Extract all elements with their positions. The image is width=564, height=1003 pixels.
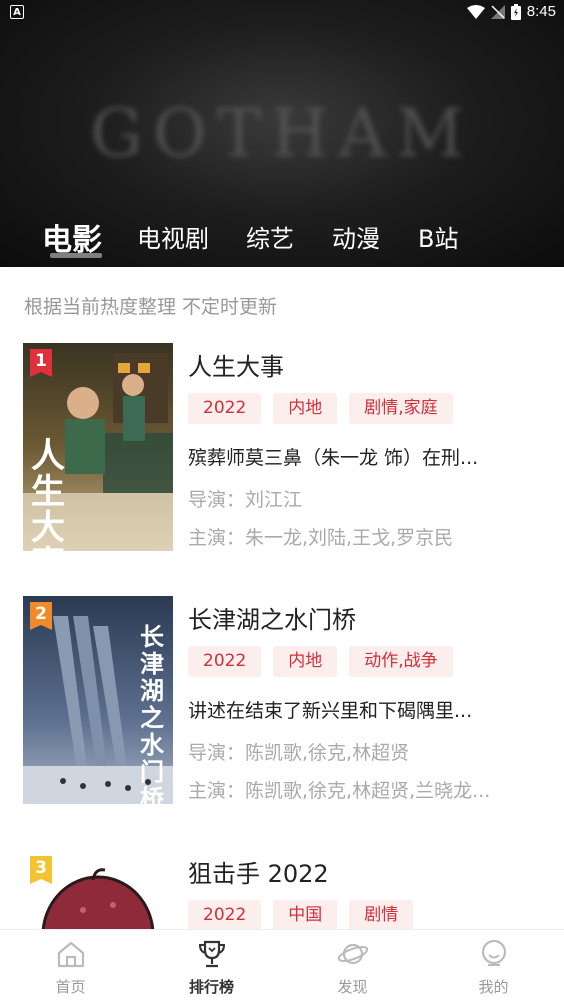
trophy-icon	[198, 940, 225, 968]
movie-cast: 主演：陈凯歌,徐克,林超贤,兰晓龙...	[188, 780, 491, 802]
tag-year: 2022	[188, 646, 262, 677]
tab-anime[interactable]: 动漫	[332, 219, 380, 254]
nav-discover-label: 发现	[337, 978, 368, 996]
category-tabs: 电影 电视剧 综艺 动漫 B站	[0, 213, 564, 261]
list-item[interactable]: 3 狙击手 2022 2022 中国 剧情	[0, 850, 564, 929]
tag-list: 2022 内地 动作,战争	[188, 646, 453, 677]
tag-genre: 动作,战争	[349, 646, 453, 677]
tag-year: 2022	[188, 393, 262, 424]
tag-region: 内地	[273, 393, 338, 424]
poster-image[interactable]: 长津湖之水门桥 2	[23, 596, 173, 804]
nav-home-label: 首页	[55, 978, 86, 996]
tag-list: 2022 内地 剧情,家庭	[188, 393, 453, 424]
tag-region: 内地	[273, 646, 338, 677]
poster-title-art: 人生大事	[31, 436, 65, 551]
active-tab-indicator	[50, 253, 102, 258]
banner-backdrop-text: GOTHAM	[90, 95, 474, 172]
tab-bilibili[interactable]: B站	[418, 219, 458, 254]
app-notification-icon: A	[10, 5, 24, 19]
movie-title[interactable]: 长津湖之水门桥	[188, 600, 356, 635]
tab-tv-series[interactable]: 电视剧	[137, 219, 209, 254]
tag-genre: 剧情	[349, 900, 414, 929]
wifi-icon	[466, 4, 485, 19]
tag-year: 2022	[188, 900, 262, 929]
poster-image[interactable]: 人生大事 1	[23, 343, 173, 551]
clock: 8:45	[526, 3, 556, 20]
nav-profile-label: 我的	[478, 978, 509, 996]
status-bar: A 8:45	[0, 0, 564, 24]
list-item[interactable]: 人生大事 1 人生大事 2022 内地 剧情,家庭 殡葬师莫三鼻（朱一龙 饰）在…	[0, 343, 564, 555]
home-icon	[57, 941, 84, 968]
nav-discover[interactable]: 发现	[282, 930, 423, 1003]
nav-ranking-label: 排行榜	[188, 978, 234, 996]
list-subtitle: 根据当前热度整理 不定时更新	[24, 296, 278, 318]
movie-title[interactable]: 人生大事	[188, 347, 284, 382]
no-signal-icon	[490, 4, 505, 19]
bottom-navigation: 首页 排行榜 发现 我的	[0, 929, 564, 1003]
poster-image[interactable]: 3	[23, 850, 173, 929]
tag-genre: 剧情,家庭	[349, 393, 453, 424]
list-item[interactable]: 长津湖之水门桥 2 长津湖之水门桥 2022 内地 动作,战争 讲述在结束了新兴…	[0, 596, 564, 808]
nav-home[interactable]: 首页	[0, 930, 141, 1003]
movie-director: 导演：陈凯歌,徐克,林超贤	[188, 742, 410, 764]
tab-variety[interactable]: 综艺	[246, 219, 294, 254]
movie-director: 导演：刘江江	[188, 489, 303, 511]
movie-description: 殡葬师莫三鼻（朱一龙 饰）在刑...	[188, 447, 479, 469]
movie-cast: 主演：朱一龙,刘陆,王戈,罗京民	[188, 527, 454, 549]
movie-description: 讲述在结束了新兴里和下碣隅里...	[188, 700, 473, 722]
tag-list: 2022 中国 剧情	[188, 900, 414, 929]
banner: GOTHAM A 8:45 电影 电视剧 综艺 动漫 B站	[0, 0, 564, 267]
tag-region: 中国	[273, 900, 338, 929]
nav-ranking[interactable]: 排行榜	[141, 930, 282, 1003]
planet-icon	[337, 943, 368, 965]
profile-icon	[481, 939, 506, 967]
nav-profile[interactable]: 我的	[423, 930, 564, 1003]
poster-title-art: 长津湖之水门桥	[140, 623, 164, 805]
movie-title[interactable]: 狙击手 2022	[188, 854, 329, 889]
battery-icon	[510, 3, 521, 20]
